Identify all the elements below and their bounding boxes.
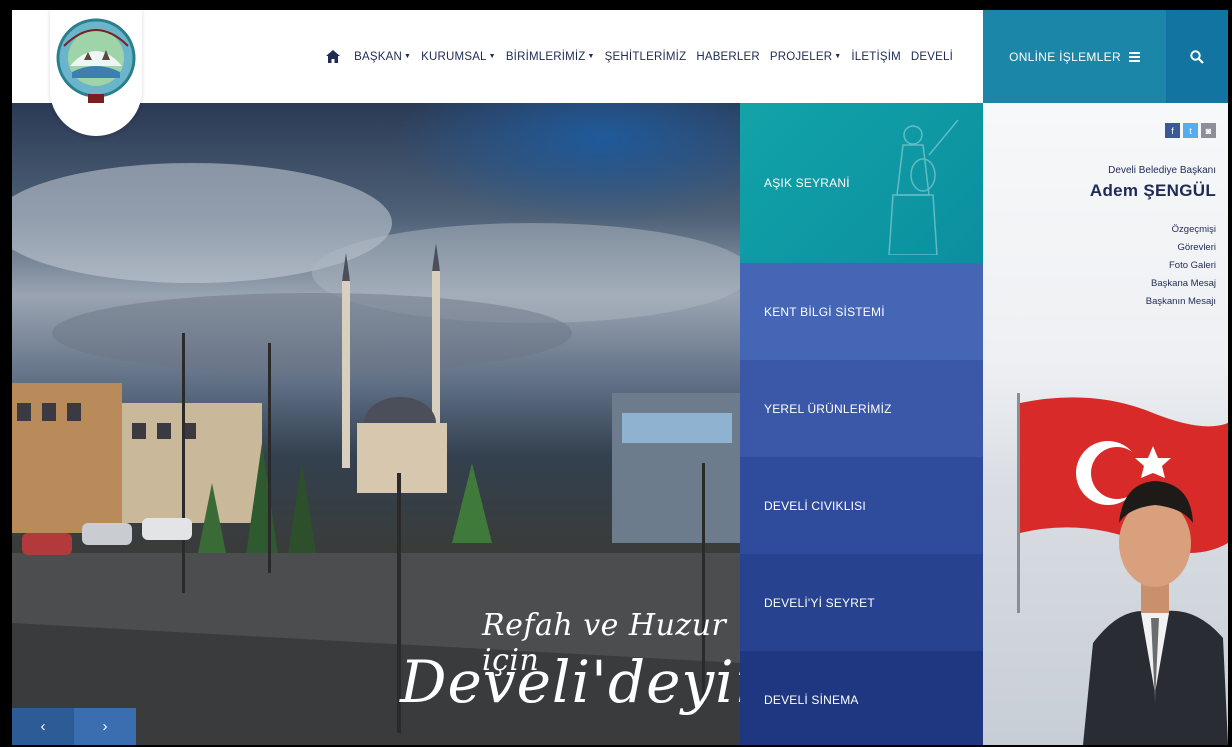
slider-prev-button[interactable]: ‹ xyxy=(12,708,74,745)
search-icon xyxy=(1190,49,1204,64)
chevron-down-icon: ▼ xyxy=(834,52,842,60)
hamburger-menu-icon xyxy=(1128,50,1140,64)
tile-label: YEREL ÜRÜNLERİMİZ xyxy=(764,401,892,416)
tile-asik-seyrani[interactable]: AŞIK SEYRANİ xyxy=(740,103,983,263)
hero-slider: Refah ve Huzur için Develi'deyim ‹ › xyxy=(12,103,740,745)
site-header: BAŞKAN ▼ KURUMSAL ▼ BİRİMLERİMİZ ▼ ŞEHİTLER… xyxy=(12,10,1228,136)
nav-projeler[interactable]: PROJELER ▼ xyxy=(770,51,841,63)
slider-next-button[interactable]: › xyxy=(74,708,136,745)
browser-viewport: BAŞKAN ▼ KURUMSAL ▼ BİRİMLERİMİZ ▼ ŞEHİTLER… xyxy=(12,10,1228,745)
nav-kurumsal[interactable]: KURUMSAL ▼ xyxy=(421,51,496,63)
link-ozgecmisi[interactable]: Özgeçmişi xyxy=(1146,221,1216,239)
link-baskanin-mesaji[interactable]: Başkanın Mesajı xyxy=(1146,293,1216,311)
tile-develiyi-seyret[interactable]: DEVELİ'Yİ SEYRET xyxy=(740,554,983,651)
link-gorevleri[interactable]: Görevleri xyxy=(1146,239,1216,257)
mayor-links: Özgeçmişi Görevleri Foto Galeri Başkana … xyxy=(1146,221,1216,311)
mayor-panel: f t ◙ Develi Belediye Başkanı Adem ŞENGÜ… xyxy=(983,103,1228,745)
social-links: f t ◙ xyxy=(1165,123,1216,138)
home-icon[interactable] xyxy=(326,50,341,63)
nav-sehitlerimiz[interactable]: ŞEHİTLERİMİZ xyxy=(605,51,687,63)
online-services-button[interactable]: ONLİNE İŞLEMLER xyxy=(983,10,1166,103)
mayor-name: Adem ŞENGÜL xyxy=(1089,181,1216,200)
mayor-title: Develi Belediye Başkanı xyxy=(1108,165,1216,176)
site-logo[interactable] xyxy=(50,10,142,136)
tile-develi-sinema[interactable]: DEVELİ SİNEMA xyxy=(740,651,983,745)
quick-link-tiles: AŞIK SEYRANİ KENT BİLGİ SİSTEMİ YEREL ÜR… xyxy=(740,103,983,745)
municipality-seal-icon xyxy=(56,18,136,103)
nav-birimlerimiz[interactable]: BİRİMLERİMİZ ▼ xyxy=(506,51,595,63)
tile-label: DEVELİ CIVIKLISI xyxy=(764,498,866,513)
nav-baskan[interactable]: BAŞKAN ▼ xyxy=(354,51,411,63)
search-button[interactable] xyxy=(1166,10,1228,103)
hero-headline: Develi'deyim xyxy=(400,648,740,716)
tile-develi-civiklisi[interactable]: DEVELİ CIVIKLISI xyxy=(740,457,983,554)
link-foto-galeri[interactable]: Foto Galeri xyxy=(1146,257,1216,275)
twitter-icon[interactable]: t xyxy=(1183,123,1198,138)
tile-label: AŞIK SEYRANİ xyxy=(764,176,850,190)
chevron-down-icon: ▼ xyxy=(587,52,595,60)
instagram-icon[interactable]: ◙ xyxy=(1201,123,1216,138)
online-services-label: ONLİNE İŞLEMLER xyxy=(1009,49,1121,64)
facebook-icon[interactable]: f xyxy=(1165,123,1180,138)
nav-iletisim[interactable]: İLETİŞİM xyxy=(851,51,901,63)
tile-label: DEVELİ'Yİ SEYRET xyxy=(764,595,875,610)
nav-develi[interactable]: DEVELİ xyxy=(911,51,953,63)
link-baskana-mesaj[interactable]: Başkana Mesaj xyxy=(1146,275,1216,293)
chevron-down-icon: ▼ xyxy=(404,52,412,60)
tile-kent-bilgi-sistemi[interactable]: KENT BİLGİ SİSTEMİ xyxy=(740,263,983,360)
tile-label: KENT BİLGİ SİSTEMİ xyxy=(764,304,885,319)
tile-yerel-urunlerimiz[interactable]: YEREL ÜRÜNLERİMİZ xyxy=(740,360,983,457)
statue-illustration-icon xyxy=(888,119,959,255)
main-nav: BAŞKAN ▼ KURUMSAL ▼ BİRİMLERİMİZ ▼ ŞEHİTLER… xyxy=(326,10,953,103)
mayor-photo xyxy=(1083,481,1228,745)
tile-label: DEVELİ SİNEMA xyxy=(764,692,859,707)
nav-haberler[interactable]: HABERLER xyxy=(696,51,760,63)
chevron-down-icon: ▼ xyxy=(488,52,496,60)
